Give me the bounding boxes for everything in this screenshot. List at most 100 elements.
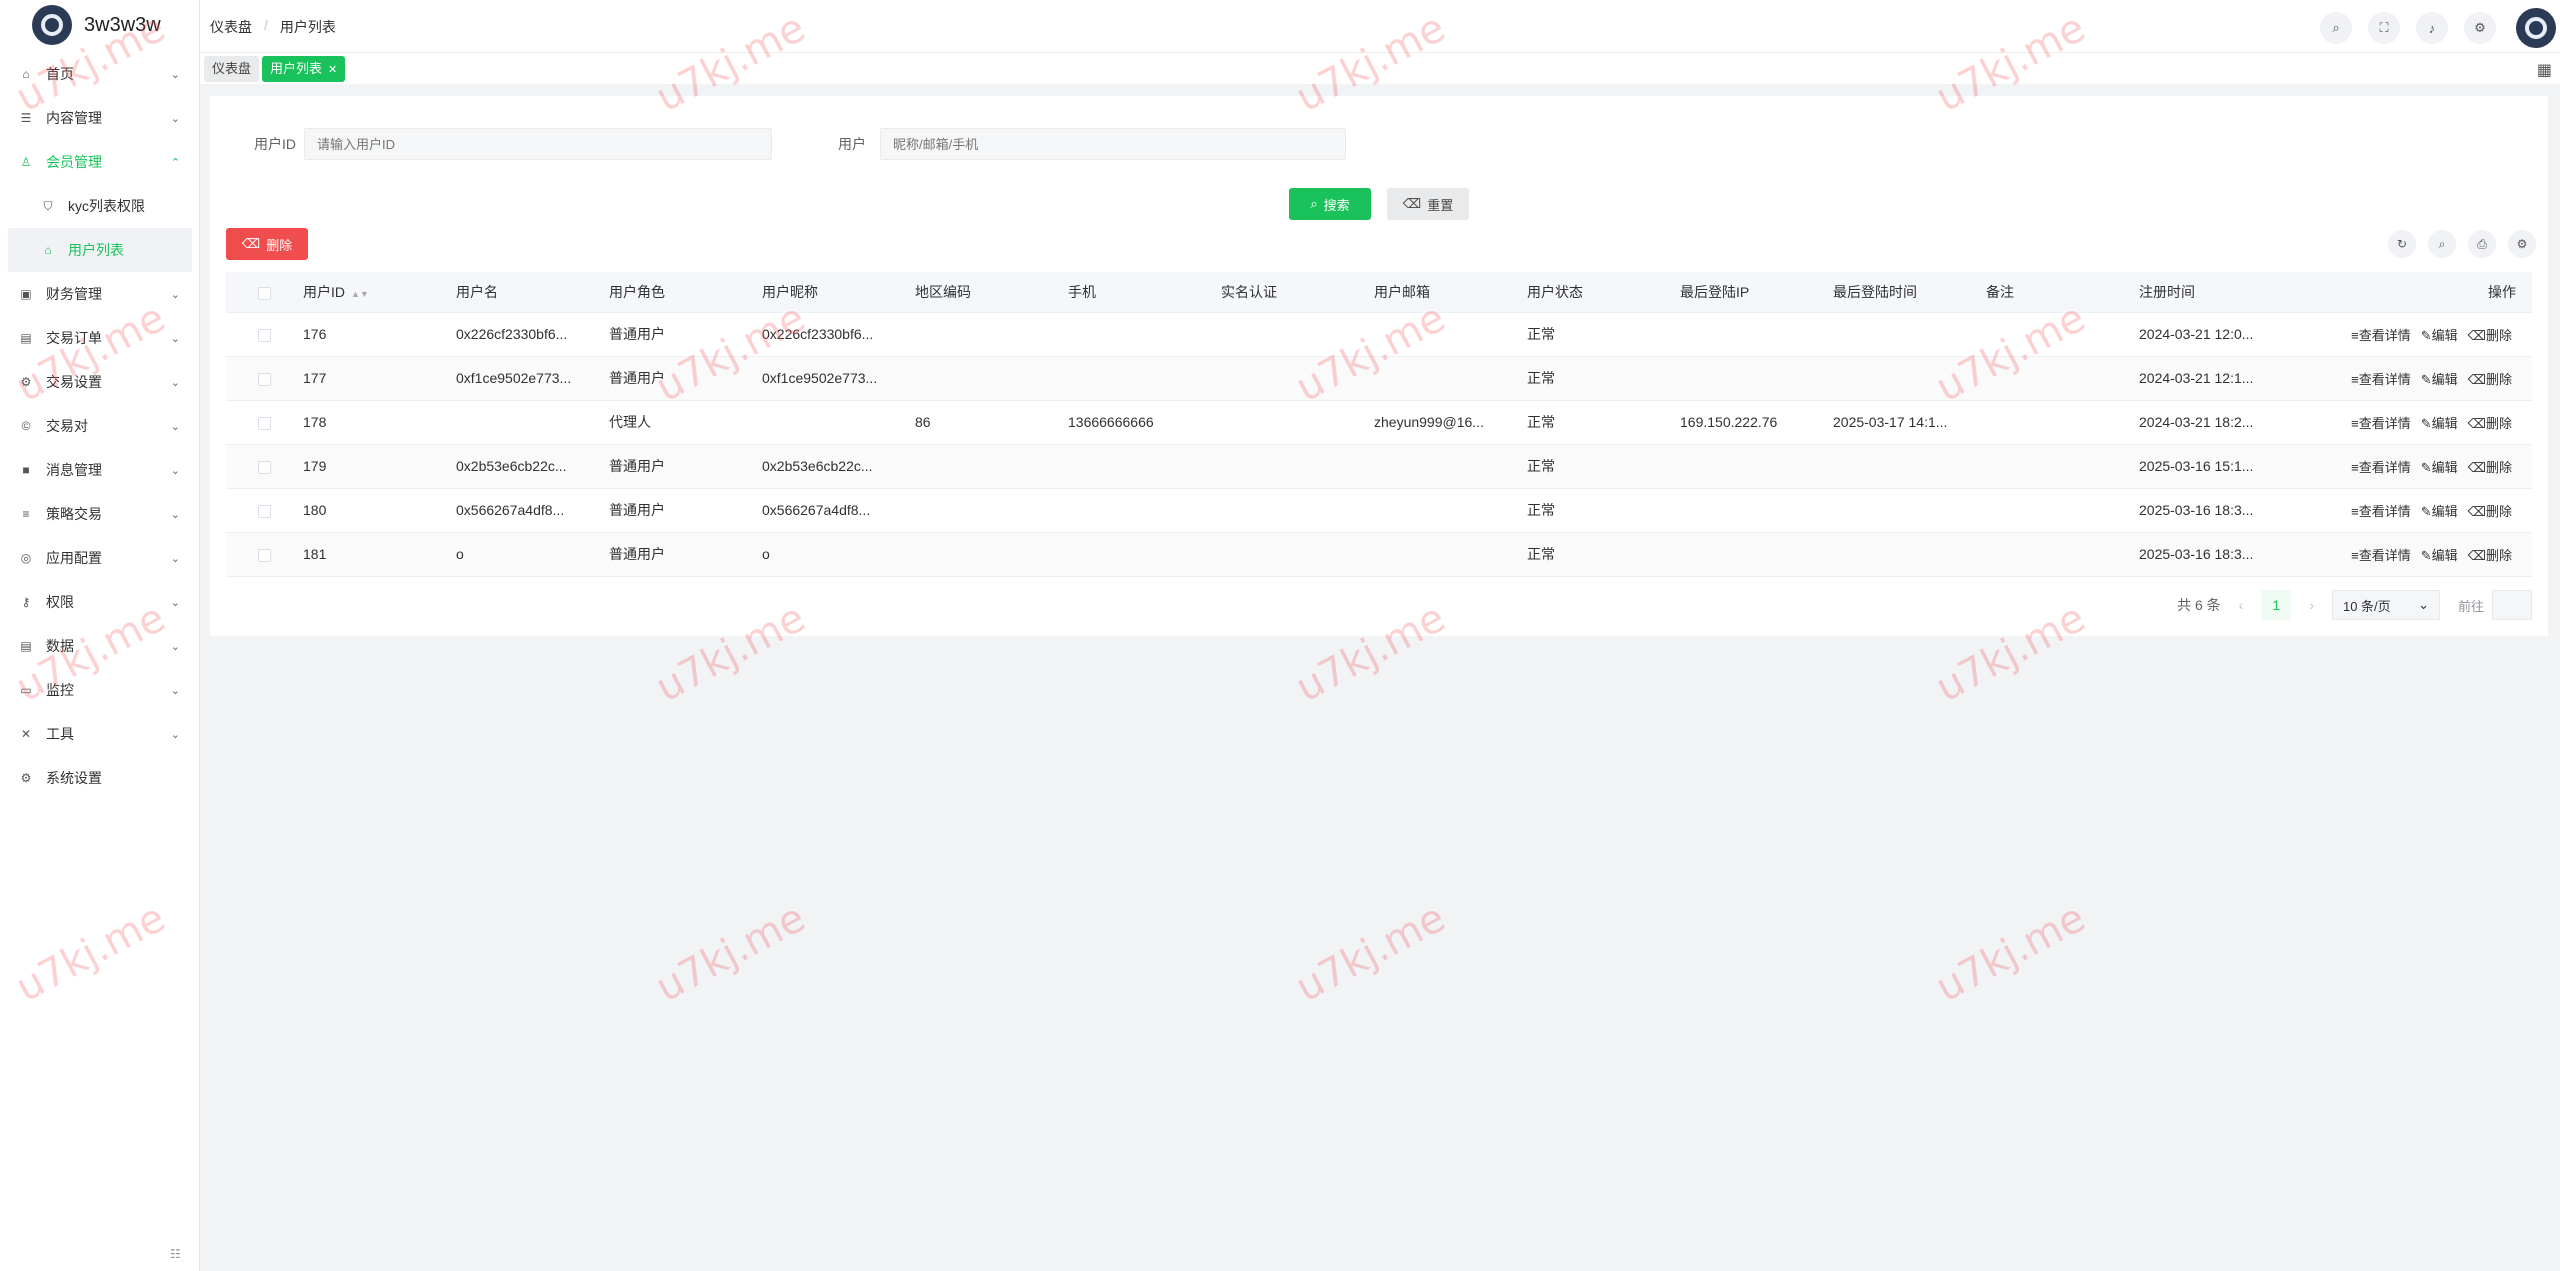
delete-link[interactable]: ⌫删除	[2468, 372, 2512, 387]
table-cell: 176	[303, 312, 456, 357]
row-checkbox[interactable]	[226, 444, 303, 489]
edit-link[interactable]: ✎编辑	[2421, 372, 2458, 387]
close-icon[interactable]: ✕	[328, 64, 337, 76]
view-details-link[interactable]: ≡查看详情	[2351, 460, 2411, 475]
row-checkbox[interactable]	[226, 356, 303, 401]
sidebar-item-label: 系统设置	[46, 770, 102, 786]
chevron-right-icon[interactable]: ›	[2309, 597, 2314, 613]
breadcrumb-dashboard[interactable]: 仪表盘	[210, 17, 252, 37]
delete-link[interactable]: ⌫删除	[2468, 460, 2512, 475]
col-header[interactable]: 用户ID ▲▼	[303, 272, 456, 313]
chevron-down-icon: ⌄	[170, 420, 180, 433]
table-row[interactable]: 180 0x566267a4df8... 普通用户 0x566267a4df8... 正…	[226, 488, 2532, 533]
sidebar-item-orders[interactable]: ▤ 交易订单 ⌄	[0, 316, 200, 360]
delete-link[interactable]: ⌫删除	[2468, 328, 2512, 343]
sidebar-item-system-settings[interactable]: ⚙ 系统设置	[0, 756, 200, 800]
app-logo[interactable]: 3w3w3w	[32, 4, 161, 46]
reset-button[interactable]: ⌫ 重置	[1387, 188, 1469, 220]
table-row[interactable]: 181 o 普通用户 o 正常 2025-03-16 18:3... ≡查看详情 ✎编辑 ⌫删除	[226, 532, 2532, 577]
row-checkbox[interactable]	[226, 312, 303, 357]
gear-icon[interactable]: ⚙	[2464, 12, 2496, 44]
sidebar-item-label: 应用配置	[46, 550, 102, 566]
goto-input[interactable]	[2492, 590, 2532, 620]
grid-icon[interactable]: ▦	[2537, 60, 2552, 80]
table-cell	[1680, 444, 1833, 489]
col-header: 用户状态	[1527, 272, 1680, 313]
edit-link[interactable]: ✎编辑	[2421, 548, 2458, 563]
search-icon[interactable]: ⌕	[2320, 12, 2352, 44]
user-id-input[interactable]	[304, 128, 772, 160]
table-cell	[1374, 356, 1527, 401]
table-cell: 0xf1ce9502e773...	[762, 356, 915, 401]
table-cell: 177	[303, 356, 456, 401]
user-input[interactable]	[880, 128, 1346, 160]
user-id-label: 用户ID	[254, 136, 296, 152]
table-cell	[915, 312, 1068, 357]
table-cell: 普通用户	[609, 312, 762, 357]
table-cell	[1986, 312, 2139, 357]
col-header: 用户名	[456, 272, 609, 313]
delete-link[interactable]: ⌫删除	[2468, 504, 2512, 519]
table-row[interactable]: 179 0x2b53e6cb22c... 普通用户 0x2b53e6cb22c... 正…	[226, 444, 2532, 489]
row-checkbox[interactable]	[226, 488, 303, 533]
table-row[interactable]: 178 代理人 86 13666666666 zheyun999@16... 正常 169.…	[226, 400, 2532, 445]
reset-button-label: 重置	[1427, 197, 1454, 213]
sidebar-item-members[interactable]: ♙ 会员管理 ⌃	[0, 140, 200, 184]
table-row[interactable]: 176 0x226cf2330bf6... 普通用户 0x226cf2330bf6..…	[226, 312, 2532, 357]
sidebar-item-tools[interactable]: ✕ 工具 ⌄	[0, 712, 200, 756]
page-size-select[interactable]: 10 条/页 ⌄	[2331, 590, 2440, 620]
sidebar-item-strategy[interactable]: ≡ 策略交易 ⌄	[0, 492, 200, 536]
sidebar-item-permissions[interactable]: ⚷ 权限 ⌄	[0, 580, 200, 624]
chevron-up-icon: ⌃	[170, 156, 180, 169]
sidebar-item-content[interactable]: ☰ 内容管理 ⌄	[0, 96, 200, 140]
sidebar-item-kyc[interactable]: ⛉ kyc列表权限	[0, 184, 200, 228]
view-details-link[interactable]: ≡查看详情	[2351, 328, 2411, 343]
view-details-link[interactable]: ≡查看详情	[2351, 372, 2411, 387]
sidebar-item-home[interactable]: ⌂ 首页 ⌄	[0, 52, 200, 96]
tag-user-list[interactable]: 用户列表 ✕	[262, 56, 346, 82]
edit-link[interactable]: ✎编辑	[2421, 504, 2458, 519]
search-button[interactable]: ⌕ 搜索	[1289, 188, 1371, 220]
chevron-left-icon[interactable]: ‹	[2239, 597, 2244, 613]
sidebar-item-messages[interactable]: ■ 消息管理 ⌄	[0, 448, 200, 492]
row-checkbox[interactable]	[226, 400, 303, 445]
table-cell: 0x566267a4df8...	[762, 488, 915, 533]
edit-link[interactable]: ✎编辑	[2421, 416, 2458, 431]
view-details-link[interactable]: ≡查看详情	[2351, 416, 2411, 431]
search-icon[interactable]: ⌕	[2428, 230, 2456, 258]
row-checkbox[interactable]	[226, 532, 303, 577]
delete-button[interactable]: ⌫ 删除	[226, 228, 308, 260]
select-all-checkbox[interactable]	[226, 272, 303, 313]
collapse-sidebar-icon[interactable]: ☷	[170, 1247, 181, 1261]
sidebar-item-data[interactable]: ▤ 数据 ⌄	[0, 624, 200, 668]
sidebar-item-user-list[interactable]: ⌂ 用户列表	[8, 228, 192, 272]
tag-dashboard[interactable]: 仪表盘	[204, 56, 260, 82]
table-row[interactable]: 177 0xf1ce9502e773... 普通用户 0xf1ce9502e773..…	[226, 356, 2532, 401]
edit-link[interactable]: ✎编辑	[2421, 460, 2458, 475]
sidebar-item-monitor[interactable]: ▭ 监控 ⌄	[0, 668, 200, 712]
chevron-down-icon: ⌄	[170, 684, 180, 697]
delete-link[interactable]: ⌫删除	[2468, 548, 2512, 563]
chevron-down-icon: ⌄	[170, 68, 180, 81]
sidebar-item-trade-settings[interactable]: ⚙ 交易设置 ⌄	[0, 360, 200, 404]
print-icon[interactable]: ⎙	[2468, 230, 2496, 258]
edit-link[interactable]: ✎编辑	[2421, 328, 2458, 343]
table-icon: ▤	[20, 331, 32, 345]
settings-icon[interactable]: ⚙	[2508, 230, 2536, 258]
delete-link[interactable]: ⌫删除	[2468, 416, 2512, 431]
table-cell: 2024-03-21 18:2...	[2139, 400, 2329, 445]
fullscreen-icon[interactable]: ⛶	[2368, 12, 2400, 44]
sidebar-item-app-config[interactable]: ◎ 应用配置 ⌄	[0, 536, 200, 580]
view-details-link[interactable]: ≡查看详情	[2351, 548, 2411, 563]
sidebar-item-pairs[interactable]: © 交易对 ⌄	[0, 404, 200, 448]
sidebar-item-finance[interactable]: ▣ 财务管理 ⌄	[0, 272, 200, 316]
bell-icon[interactable]: ♪	[2416, 12, 2448, 44]
refresh-icon[interactable]: ↻	[2388, 230, 2416, 258]
table-cell: o	[762, 532, 915, 577]
sort-icon[interactable]: ▲▼	[351, 289, 369, 299]
tag-label: 用户列表	[270, 61, 323, 76]
page-number[interactable]: 1	[2261, 590, 2292, 620]
table-cell	[1221, 312, 1374, 357]
avatar[interactable]	[2516, 8, 2556, 48]
view-details-link[interactable]: ≡查看详情	[2351, 504, 2411, 519]
